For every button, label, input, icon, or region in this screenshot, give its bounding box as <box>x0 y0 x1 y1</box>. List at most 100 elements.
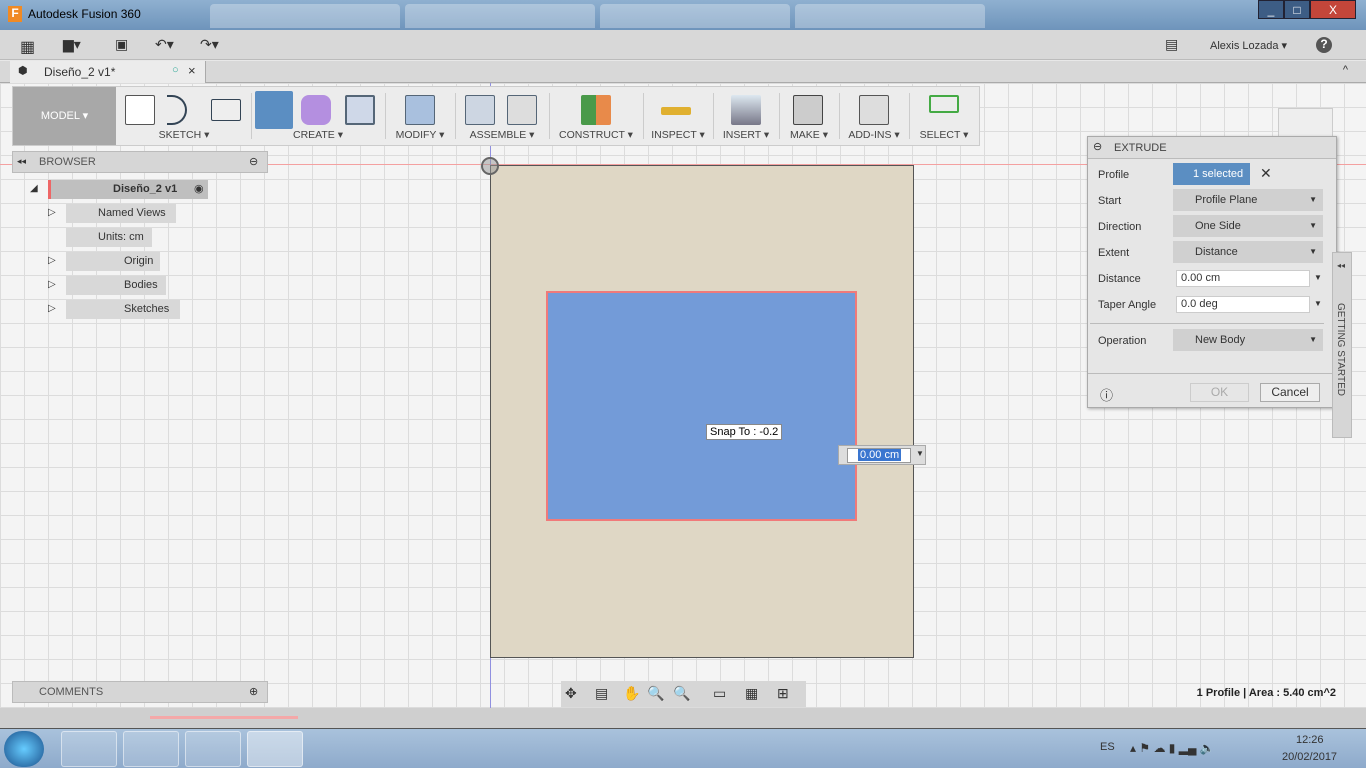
activate-icon[interactable]: ◉ <box>194 182 204 195</box>
clear-selection-icon[interactable]: ✕ <box>1260 165 1272 182</box>
insert-image-icon[interactable] <box>731 95 761 125</box>
inspect-group[interactable]: INSPECT ▾ <box>645 87 711 145</box>
assemble-group[interactable]: ASSEMBLE ▾ <box>457 87 547 145</box>
offset-plane-icon[interactable] <box>581 95 611 125</box>
select-menu[interactable]: SELECT ▾ <box>911 129 977 141</box>
files-icon[interactable] <box>185 731 241 767</box>
add-ins-menu[interactable]: ADD-INS ▾ <box>841 129 907 141</box>
make-group[interactable]: MAKE ▾ <box>781 87 837 145</box>
taper-angle-input[interactable]: 0.0 deg <box>1176 296 1310 313</box>
clock-date[interactable]: 20/02/2017 <box>1282 751 1337 763</box>
dropdown-arrow-icon[interactable]: ▼ <box>1314 299 1322 308</box>
expand-panel-icon[interactable]: ◂◂ <box>1337 261 1345 270</box>
construct-menu[interactable]: CONSTRUCT ▾ <box>551 129 641 141</box>
new-component-icon[interactable] <box>465 95 495 125</box>
orbit-icon[interactable]: ✥ <box>565 685 577 702</box>
units-node[interactable]: Units: cm <box>66 228 152 247</box>
origin-node[interactable]: Origin <box>66 252 160 271</box>
measure-icon[interactable] <box>661 107 691 115</box>
joint-icon[interactable] <box>507 95 537 125</box>
assemble-menu[interactable]: ASSEMBLE ▾ <box>457 129 547 141</box>
selected-profile[interactable] <box>546 291 857 521</box>
pan-icon[interactable]: ✋ <box>623 685 640 702</box>
operation-select[interactable]: New Body ▼ <box>1173 329 1323 351</box>
fusion-360-taskbar-icon[interactable] <box>247 731 303 767</box>
clock-time[interactable]: 12:26 <box>1296 734 1324 746</box>
expand-icon[interactable]: ▷ <box>48 206 56 218</box>
notifications-icon[interactable]: ▤ <box>1165 36 1178 53</box>
scripts-icon[interactable] <box>859 95 889 125</box>
form-icon[interactable] <box>301 95 331 125</box>
collapse-panel-icon[interactable]: ◂◂ <box>17 156 26 167</box>
grid-settings-icon[interactable]: ▦ <box>745 685 758 702</box>
maximize-button[interactable]: □ <box>1284 0 1310 19</box>
browser-tab[interactable] <box>210 4 400 28</box>
expand-icon[interactable]: ◢ <box>30 182 38 194</box>
sketch-group[interactable]: SKETCH ▾ <box>119 87 249 145</box>
inspect-menu[interactable]: INSPECT ▾ <box>645 129 711 141</box>
collapse-icon[interactable]: ^ <box>1343 64 1348 76</box>
help-icon[interactable]: ? <box>1316 37 1332 53</box>
display-settings-icon[interactable]: ▭ <box>713 685 726 702</box>
distance-manipulator-value[interactable]: 0.00 cm <box>858 449 902 461</box>
tray-icons[interactable]: ▴ ⚑ ☁ ▮ ▂▄ 🔈 <box>1130 741 1215 755</box>
make-menu[interactable]: MAKE ▾ <box>781 129 837 141</box>
user-menu[interactable]: Alexis Lozada ▾ <box>1210 39 1287 52</box>
start-button[interactable] <box>4 731 44 767</box>
arc-icon[interactable] <box>167 95 187 125</box>
zoom-window-icon[interactable]: 🔍 <box>673 685 690 702</box>
dropdown-arrow-icon[interactable]: ▼ <box>1314 273 1322 282</box>
insert-group[interactable]: INSERT ▾ <box>715 87 777 145</box>
close-button[interactable]: X <box>1310 0 1356 19</box>
collapse-dialog-icon[interactable]: ⊖ <box>1093 140 1102 153</box>
getting-started-panel[interactable]: ◂◂ GETTING STARTED <box>1332 252 1352 438</box>
create-sketch-icon[interactable] <box>125 95 155 125</box>
profile-selection-button[interactable]: 1 selected <box>1173 163 1250 185</box>
add-comment-icon[interactable]: ⊕ <box>249 685 258 698</box>
sketches-node[interactable]: Sketches <box>66 300 180 319</box>
browser-tab[interactable] <box>795 4 985 28</box>
info-icon[interactable]: ⓘ <box>1100 385 1113 404</box>
language-indicator[interactable]: ES <box>1100 741 1115 753</box>
dropdown-arrow-icon[interactable]: ▼ <box>916 449 924 458</box>
add-ins-group[interactable]: ADD-INS ▾ <box>841 87 907 145</box>
select-group[interactable]: SELECT ▾ <box>911 87 977 145</box>
browser-tab[interactable] <box>405 4 595 28</box>
save-icon[interactable]: ▣ <box>115 36 128 53</box>
viewports-icon[interactable]: ⊞ <box>777 685 789 702</box>
distance-manipulator-input[interactable]: 0.00 cm ▼ <box>838 445 926 465</box>
file-explorer-icon[interactable] <box>61 731 117 767</box>
extrude-icon[interactable] <box>255 91 293 129</box>
sketch-menu[interactable]: SKETCH ▾ <box>119 129 249 141</box>
modify-menu[interactable]: MODIFY ▾ <box>387 129 453 141</box>
chrome-icon[interactable] <box>123 731 179 767</box>
3d-print-icon[interactable] <box>793 95 823 125</box>
expand-icon[interactable]: ▷ <box>48 278 56 290</box>
file-menu-icon[interactable]: ▆▾ <box>63 36 81 53</box>
modify-group[interactable]: MODIFY ▾ <box>387 87 453 145</box>
browser-panel-header[interactable]: ◂◂ BROWSER ⊖ <box>12 151 268 173</box>
rectangle-icon[interactable] <box>211 99 241 121</box>
bodies-node[interactable]: Bodies <box>66 276 166 295</box>
redo-icon[interactable]: ↷▾ <box>200 36 219 53</box>
select-icon[interactable] <box>929 95 959 113</box>
create-menu[interactable]: CREATE ▾ <box>253 129 383 141</box>
zoom-icon[interactable]: 🔍 <box>647 685 664 702</box>
named-views-node[interactable]: Named Views <box>66 204 176 223</box>
undo-icon[interactable]: ↶▾ <box>155 36 174 53</box>
workspace-switcher[interactable]: MODEL ▾ <box>13 87 116 145</box>
data-panel-grid-icon[interactable]: ▦ <box>20 37 35 57</box>
cancel-button[interactable]: Cancel <box>1260 383 1320 402</box>
mirror-icon[interactable] <box>345 95 375 125</box>
extent-select[interactable]: Distance ▼ <box>1173 241 1323 263</box>
insert-menu[interactable]: INSERT ▾ <box>715 129 777 141</box>
minimize-button[interactable]: _ <box>1258 0 1284 19</box>
look-at-icon[interactable]: ▤ <box>595 685 608 702</box>
direction-select[interactable]: One Side ▼ <box>1173 215 1323 237</box>
construct-group[interactable]: CONSTRUCT ▾ <box>551 87 641 145</box>
comments-panel[interactable]: COMMENTS ⊕ <box>12 681 268 703</box>
press-pull-icon[interactable] <box>405 95 435 125</box>
timeline[interactable] <box>0 708 1366 728</box>
document-tab[interactable]: ⬢ Diseño_2 v1* ○ × <box>10 61 206 83</box>
create-group[interactable]: CREATE ▾ <box>253 87 383 145</box>
